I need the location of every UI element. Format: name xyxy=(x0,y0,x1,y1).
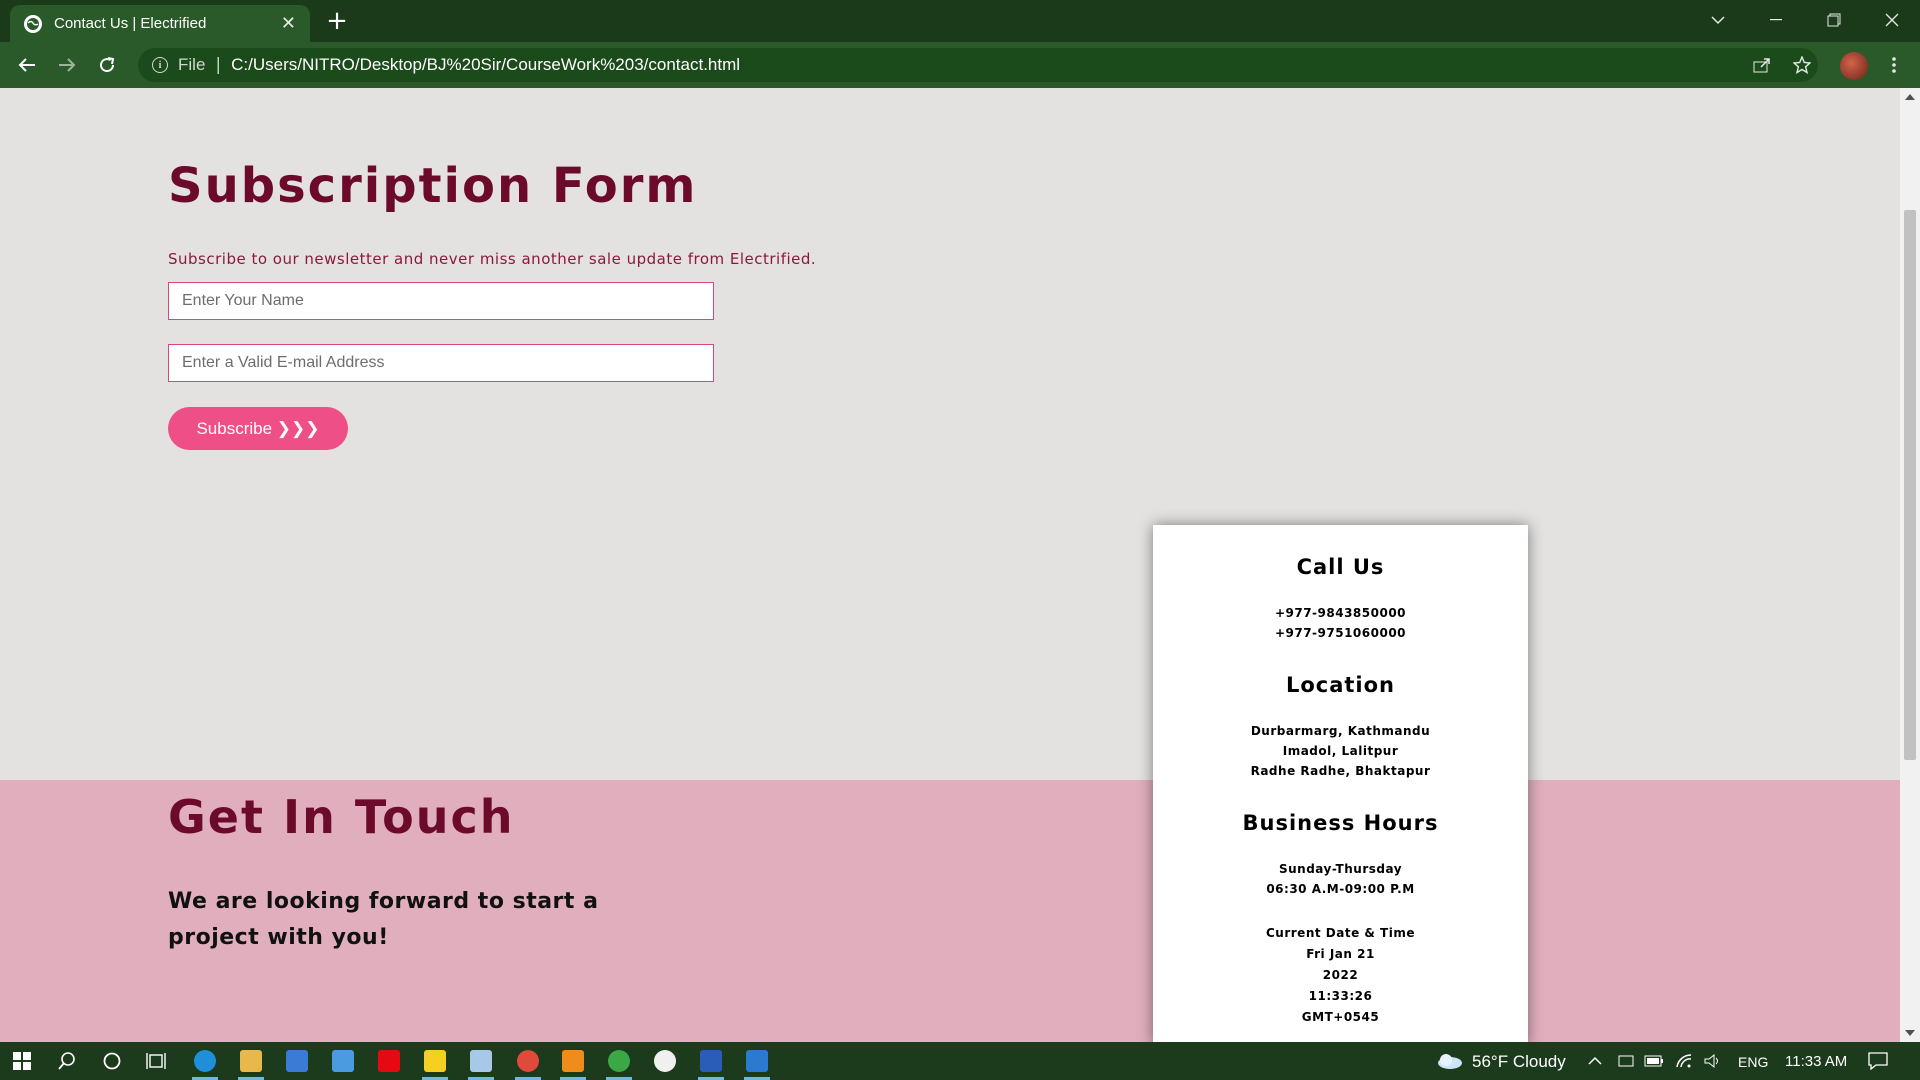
sticky-notes-icon[interactable] xyxy=(424,1050,446,1072)
address-scheme: File xyxy=(178,55,206,74)
new-tab-button[interactable]: + xyxy=(322,8,352,36)
sublime-text-icon[interactable] xyxy=(562,1050,584,1072)
menu-kebab-icon[interactable] xyxy=(1880,51,1908,79)
phone-number: +977-9751060000 xyxy=(1274,626,1407,640)
language-indicator[interactable]: ENG xyxy=(1738,1054,1768,1070)
page-scrollbar[interactable] xyxy=(1900,88,1920,1042)
business-hours: 06:30 A.M-09:00 P.M xyxy=(1266,882,1415,896)
battery-icon[interactable] xyxy=(1642,1049,1666,1073)
forward-arrow-icon[interactable] xyxy=(53,51,81,79)
subscribe-button[interactable]: Subscribe ❯❯❯ xyxy=(168,407,348,450)
netflix-icon[interactable] xyxy=(378,1050,400,1072)
tab-search-icon[interactable] xyxy=(1690,0,1746,40)
emoji-app-icon[interactable] xyxy=(654,1050,676,1072)
edge-browser-icon[interactable] xyxy=(194,1050,216,1072)
info-icon[interactable]: i xyxy=(152,57,168,73)
scrollbar-thumb[interactable] xyxy=(1904,210,1916,760)
call-us-heading: Call Us xyxy=(1296,555,1385,579)
mail-icon[interactable] xyxy=(332,1050,354,1072)
datetime-line: Fri Jan 21 xyxy=(1306,947,1375,961)
name-input[interactable] xyxy=(168,282,714,320)
tab-title: Contact Us | Electrified xyxy=(54,15,207,32)
page-viewport: Subscription Form Subscribe to our newsl… xyxy=(0,88,1900,1042)
notification-icon[interactable] xyxy=(1866,1049,1890,1073)
windows-start-icon[interactable] xyxy=(10,1049,34,1073)
browser-toolbar: i File | C:/Users/NITRO/Desktop/BJ%20Sir… xyxy=(0,42,1920,88)
datetime-line: GMT+0545 xyxy=(1301,1010,1380,1024)
scroll-up-arrow-icon[interactable] xyxy=(1905,94,1915,100)
cloud-weather-icon[interactable] xyxy=(1434,1049,1464,1073)
globe-icon xyxy=(24,14,42,33)
address-url[interactable]: C:/Users/NITRO/Desktop/BJ%20Sir/CourseWo… xyxy=(231,55,740,75)
tab-close-icon[interactable]: ✕ xyxy=(281,13,296,34)
minimize-button[interactable] xyxy=(1748,0,1804,40)
chevron-up-icon[interactable] xyxy=(1583,1049,1607,1073)
subscription-description: Subscribe to our newsletter and never mi… xyxy=(168,250,817,268)
reload-icon[interactable] xyxy=(93,51,121,79)
volume-icon[interactable] xyxy=(1700,1049,1724,1073)
clock-time[interactable]: 11:33 AM xyxy=(1785,1053,1847,1070)
location-line: Radhe Radhe, Bhaktapur xyxy=(1250,764,1431,778)
windows-taskbar: 56°F Cloudy ENG 11:33 AM xyxy=(0,1042,1920,1080)
file-explorer-icon[interactable] xyxy=(240,1050,262,1072)
phone-number: +977-9843850000 xyxy=(1274,606,1407,620)
location-heading: Location xyxy=(1285,673,1396,697)
store-icon[interactable] xyxy=(286,1050,308,1072)
word-icon[interactable] xyxy=(700,1050,722,1072)
weather-text[interactable]: 56°F Cloudy xyxy=(1472,1052,1566,1072)
email-input[interactable] xyxy=(168,344,714,382)
back-arrow-icon[interactable] xyxy=(13,51,41,79)
browser-tab[interactable]: Contact Us | Electrified ✕ xyxy=(10,5,310,42)
wifi-icon[interactable] xyxy=(1672,1049,1696,1073)
close-window-button[interactable] xyxy=(1864,0,1920,40)
meet-now-icon[interactable] xyxy=(1614,1049,1638,1073)
subscription-title: Subscription Form xyxy=(168,158,698,214)
datetime-label: Current Date & Time xyxy=(1266,926,1415,940)
cortana-icon[interactable] xyxy=(100,1049,124,1073)
business-hours-heading: Business Hours xyxy=(1242,811,1439,835)
restore-button[interactable] xyxy=(1806,0,1862,40)
get-in-touch-text: We are looking forward to start a projec… xyxy=(168,889,599,950)
address-separator: | xyxy=(215,55,222,75)
task-view-icon[interactable] xyxy=(144,1049,168,1073)
chrome-icon[interactable] xyxy=(517,1050,539,1072)
contact-info-card: Call Us +977-9843850000 +977-9751060000 … xyxy=(1153,525,1528,1042)
business-days: Sunday-Thursday xyxy=(1278,862,1403,876)
datetime-line: 11:33:26 xyxy=(1308,989,1373,1003)
chrome-profile-icon[interactable] xyxy=(608,1050,630,1072)
location-line: Durbarmarg, Kathmandu xyxy=(1250,724,1431,738)
photos-icon[interactable] xyxy=(746,1050,768,1072)
search-icon[interactable] xyxy=(55,1049,79,1073)
bookmark-star-icon[interactable] xyxy=(1788,51,1816,79)
datetime-line: 2022 xyxy=(1322,968,1359,982)
notepad-icon[interactable] xyxy=(470,1050,492,1072)
browser-tab-strip: Contact Us | Electrified ✕ + xyxy=(0,0,1920,42)
address-bar[interactable]: i File | C:/Users/NITRO/Desktop/BJ%20Sir… xyxy=(138,48,1818,82)
get-in-touch-title: Get In Touch xyxy=(168,790,515,844)
location-line: Imadol, Lalitpur xyxy=(1282,744,1399,758)
profile-avatar[interactable] xyxy=(1840,52,1868,80)
share-icon[interactable] xyxy=(1748,51,1776,79)
scroll-down-arrow-icon[interactable] xyxy=(1905,1030,1915,1036)
